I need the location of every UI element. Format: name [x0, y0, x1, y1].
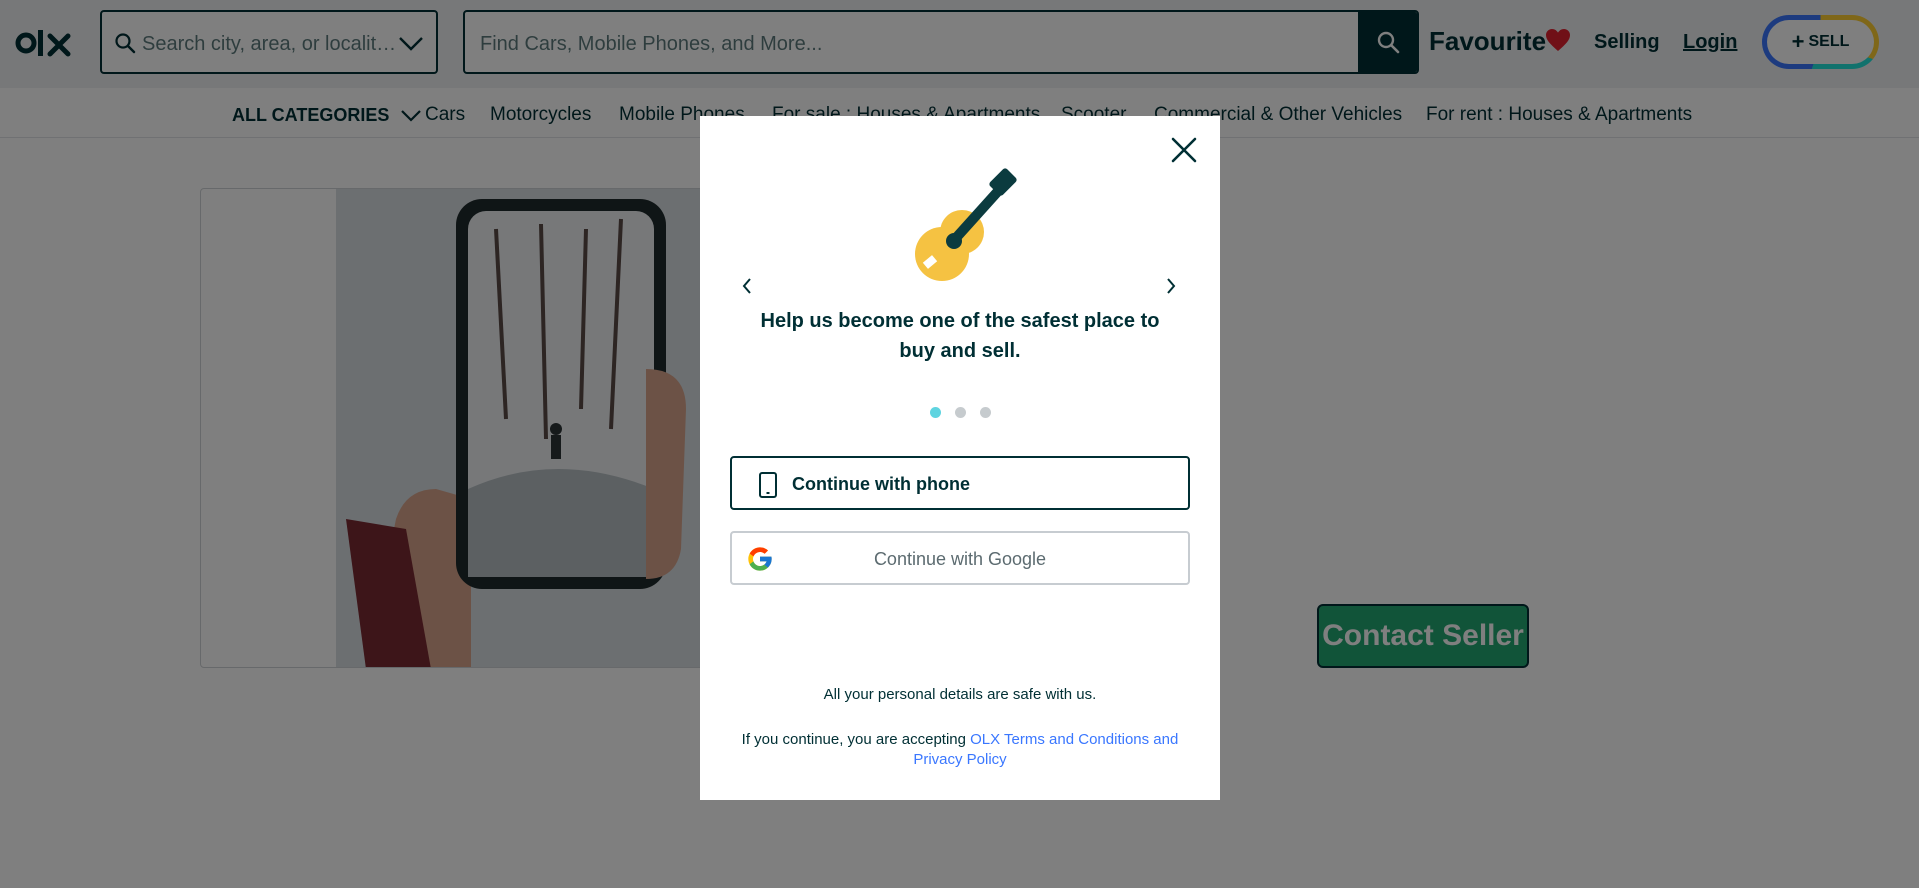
chevron-right-icon[interactable] [1164, 275, 1178, 297]
carousel-dot[interactable] [930, 407, 941, 418]
terms-prefix: If you continue, you are accepting [741, 731, 966, 748]
continue-with-phone-button[interactable]: Continue with phone [730, 456, 1190, 510]
chevron-left-icon[interactable] [740, 275, 754, 297]
continue-with-google-button[interactable]: Continue with Google [730, 531, 1190, 585]
phone-icon [759, 472, 777, 498]
continue-with-phone-label: Continue with phone [792, 474, 970, 494]
carousel-dot[interactable] [955, 407, 966, 418]
carousel-dot[interactable] [980, 407, 991, 418]
carousel-dots [930, 407, 991, 419]
terms-note: If you continue, you are accepting OLX T… [740, 730, 1180, 770]
login-modal: Help us become one of the safest place t… [700, 116, 1220, 800]
guitar-icon [915, 168, 1017, 281]
carousel-headline: Help us become one of the safest place t… [760, 310, 1160, 362]
close-icon[interactable] [1170, 136, 1198, 164]
continue-with-google-label: Continue with Google [873, 549, 1047, 569]
privacy-note: All your personal details are safe with … [823, 686, 1097, 703]
